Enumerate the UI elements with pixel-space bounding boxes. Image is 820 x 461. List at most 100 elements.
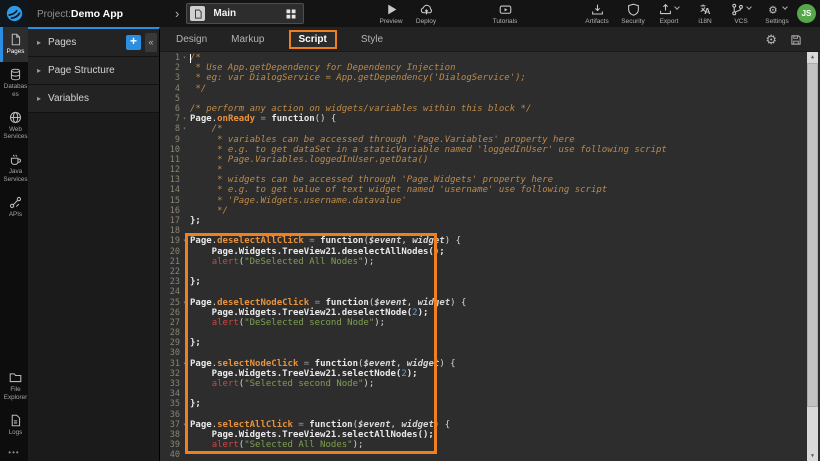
code-line[interactable]: 21 alert("DeSelected All Nodes");	[160, 257, 820, 267]
code-line[interactable]: 14 * e.g. to get value of text widget na…	[160, 185, 820, 195]
fold-arrow-icon[interactable]: ▾	[180, 53, 189, 63]
sidebar-more-button[interactable]: •••	[0, 443, 28, 461]
code-line[interactable]: 38 Page.Widgets.TreeView21.selectAllNode…	[160, 430, 820, 440]
tab-markup[interactable]: Markup	[231, 34, 264, 45]
code-line[interactable]: 40	[160, 450, 820, 460]
breadcrumb-chevron-icon[interactable]: ›	[175, 7, 179, 20]
code-line[interactable]: 39 alert("Selected All Nodes");	[160, 440, 820, 450]
code-line[interactable]: 12 *	[160, 165, 820, 175]
code-line[interactable]: 5	[160, 94, 820, 104]
line-number: 36	[160, 410, 180, 420]
code-line[interactable]: 3 * eg: var DialogService = App.getDepen…	[160, 73, 820, 83]
code-line[interactable]: 33 alert("Selected second Node");	[160, 379, 820, 389]
sidebar-item-pages[interactable]: Pages	[0, 27, 28, 62]
code-line[interactable]: 24	[160, 287, 820, 297]
sidebar-item-java-services[interactable]: Java Services	[0, 147, 28, 190]
code-line[interactable]: 10 * e.g. to get dataSet in a staticVari…	[160, 145, 820, 155]
svg-text:⚙: ⚙	[768, 4, 777, 15]
editor-scrollbar[interactable]: ▲ ▼	[807, 52, 818, 461]
code-line[interactable]: 17};	[160, 216, 820, 226]
page-icon	[9, 33, 22, 46]
panel-section-pages[interactable]: ▸Pages+«	[28, 29, 159, 57]
settings-button[interactable]: ⚙Settings	[764, 3, 790, 25]
widgets-grid-icon[interactable]	[285, 8, 297, 20]
panel-section-page-structure[interactable]: ▸Page Structure	[28, 57, 159, 85]
line-number: 1	[160, 53, 180, 63]
scrollbar-down-arrow-icon[interactable]: ▼	[807, 451, 818, 461]
code-line[interactable]: 28	[160, 328, 820, 338]
tutorials-button[interactable]: Tutorials	[492, 3, 518, 25]
line-number: 11	[160, 155, 180, 165]
code-line[interactable]: 30	[160, 348, 820, 358]
collapse-panel-button[interactable]: «	[145, 33, 157, 52]
page-tab-label: Main	[213, 8, 285, 19]
code-line[interactable]: 7▾Page.onReady = function() {	[160, 114, 820, 124]
code-line[interactable]: 29};	[160, 338, 820, 348]
chevron-down-icon	[782, 4, 788, 10]
panel-section-variables[interactable]: ▸Variables	[28, 85, 159, 113]
code-line[interactable]: 20 Page.Widgets.TreeView21.deselectAllNo…	[160, 247, 820, 257]
wavemaker-logo[interactable]	[0, 0, 28, 27]
save-icon[interactable]	[790, 34, 802, 46]
code-line[interactable]: 25▾Page.deselectNodeClick = function($ev…	[160, 298, 820, 308]
code-line[interactable]: 6/* perform any action on widgets/variab…	[160, 104, 820, 114]
script-code-editor[interactable]: 1▾/*2 * Use App.getDependency for Depend…	[160, 52, 820, 461]
code-line[interactable]: 2 * Use App.getDependency for Dependency…	[160, 63, 820, 73]
fold-arrow-icon[interactable]: ▾	[180, 298, 189, 308]
sidebar-item-file-explorer[interactable]: File Explorer	[0, 365, 28, 408]
code-line[interactable]: 4 */	[160, 84, 820, 94]
code-line[interactable]: 19▾Page.deselectAllClick = function($eve…	[160, 236, 820, 246]
tab-script[interactable]: Script	[289, 30, 337, 49]
code-line[interactable]: 31▾Page.selectNodeClick = function($even…	[160, 359, 820, 369]
sidebar-item-apis[interactable]: APIs	[0, 190, 28, 225]
sidebar-item-databases[interactable]: Databases	[0, 62, 28, 105]
code-line[interactable]: 26 Page.Widgets.TreeView21.deselectNode(…	[160, 308, 820, 318]
code-line[interactable]: 11 * Page.Variables.loggedInUser.getData…	[160, 155, 820, 165]
code-line[interactable]: 32 Page.Widgets.TreeView21.selectNode(2)…	[160, 369, 820, 379]
tab-design[interactable]: Design	[176, 34, 207, 45]
fold-gutter	[180, 389, 189, 399]
code-line[interactable]: 16 */	[160, 206, 820, 216]
artifacts-button[interactable]: Artifacts	[584, 3, 610, 25]
code-line[interactable]: 34	[160, 389, 820, 399]
code-line[interactable]: 1▾/*	[160, 53, 820, 63]
tab-style[interactable]: Style	[361, 34, 383, 45]
code-line[interactable]: 15 * 'Page.Widgets.username.datavalue'	[160, 196, 820, 206]
fold-arrow-icon[interactable]: ▾	[180, 124, 189, 134]
security-button[interactable]: Security	[620, 3, 646, 25]
code-line[interactable]: 13 * widgets can be accessed through 'Pa…	[160, 175, 820, 185]
user-avatar[interactable]: JS	[797, 4, 816, 23]
page-settings-gear-icon[interactable]: ⚙	[765, 33, 777, 46]
code-line[interactable]: 18	[160, 226, 820, 236]
code-line[interactable]: 8▾ /*	[160, 124, 820, 134]
fold-gutter	[180, 63, 189, 73]
fold-gutter	[180, 84, 189, 94]
fold-arrow-icon[interactable]: ▾	[180, 236, 189, 246]
fold-arrow-icon[interactable]: ▾	[180, 420, 189, 430]
export-button[interactable]: Export	[656, 3, 682, 25]
scrollbar-up-arrow-icon[interactable]: ▲	[807, 52, 818, 62]
preview-label: Preview	[379, 18, 402, 25]
code-line[interactable]: 35};	[160, 399, 820, 409]
code-text: Page.selectNodeClick = function($event, …	[189, 359, 456, 369]
code-text: alert("Selected second Node");	[189, 379, 374, 389]
code-line[interactable]: 23};	[160, 277, 820, 287]
i18n-button[interactable]: Ai18N	[692, 3, 718, 25]
code-line[interactable]: 9 * variables can be accessed through 'P…	[160, 135, 820, 145]
scrollbar-thumb[interactable]	[807, 63, 818, 407]
add-page-button[interactable]: +	[126, 35, 141, 50]
code-line[interactable]: 36	[160, 410, 820, 420]
page-tab-main[interactable]: Main	[186, 3, 304, 24]
code-text: * variables can be accessed through 'Pag…	[189, 135, 575, 145]
line-number: 33	[160, 379, 180, 389]
sidebar-item-logs[interactable]: Logs	[0, 408, 28, 443]
fold-arrow-icon[interactable]: ▾	[180, 359, 189, 369]
sidebar-item-web-services[interactable]: Web Services	[0, 105, 28, 148]
preview-button[interactable]: Preview	[378, 3, 404, 25]
code-line[interactable]: 27 alert("DeSelected second Node");	[160, 318, 820, 328]
code-line[interactable]: 37▾Page.selectAllClick = function($event…	[160, 420, 820, 430]
fold-arrow-icon[interactable]: ▾	[180, 114, 189, 124]
deploy-button[interactable]: Deploy	[413, 3, 439, 25]
code-line[interactable]: 22	[160, 267, 820, 277]
vcs-button[interactable]: VCS	[728, 3, 754, 25]
